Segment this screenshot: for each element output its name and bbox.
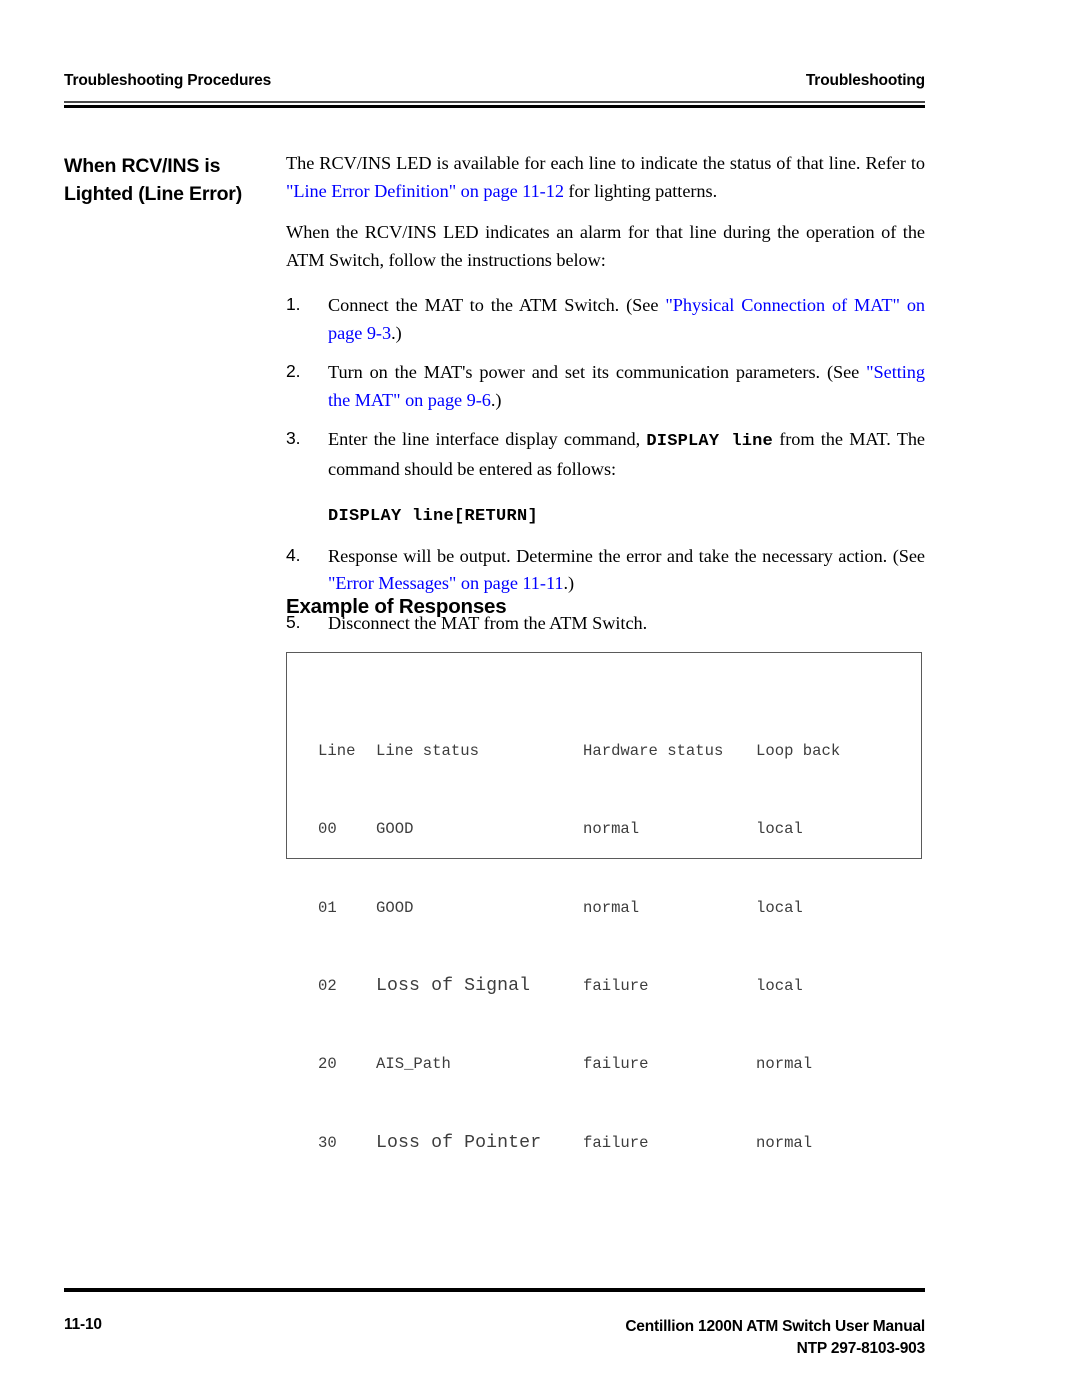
cell-line-status: AIS_Path [376,1055,451,1074]
step-text: Response will be output. Determine the e… [328,543,925,598]
footer-rule [64,1288,925,1292]
step-number: 3. [286,428,301,448]
step-4-text-b: .) [563,573,575,593]
section-heading: When RCV/INS is Lighted (Line Error) [64,155,242,205]
footer-manual-info: Centillion 1200N ATM Switch User Manual … [625,1316,925,1360]
command-block: DISPLAY line[RETURN] [328,507,539,526]
procedure-step-list: 1. Connect the MAT to the ATM Switch. (S… [286,292,925,637]
step-3-text-a: Enter the line interface display command… [328,429,647,449]
cell-loop-back: normal [756,1133,813,1152]
cell-loop-back: local [756,976,803,995]
list-item: 1. Connect the MAT to the ATM Switch. (S… [286,292,925,347]
step-number: 2. [286,361,301,381]
cell-loop-back: normal [756,1055,813,1074]
footer-manual-title: Centillion 1200N ATM Switch User Manual [625,1318,925,1335]
column-header-line-status: Line status [376,741,479,760]
step-text: Enter the line interface display command… [328,426,925,483]
step-2-text-a: Turn on the MAT's power and set its comm… [328,362,867,382]
table-header-row: Line Line status Hardware status Loop back [318,742,840,762]
header-section-title: Troubleshooting Procedures [64,72,272,89]
step-text: Turn on the MAT's power and set its comm… [328,359,925,414]
step-1-text-b: .) [391,322,402,343]
list-item: 3. Enter the line interface display comm… [286,426,925,531]
intro-paragraph-1: The RCV/INS LED is available for each li… [286,150,925,205]
step-2-text-b: .) [490,389,502,410]
column-header-line: Line [318,741,356,760]
list-item: 2. Turn on the MAT's power and set its c… [286,359,925,414]
table-row: 30 Loss of Pointer failure normal [318,1132,840,1154]
step-1-text-a: Connect the MAT to the ATM Switch. (See [328,295,666,315]
header-rule-thick [64,105,925,109]
table-row: 00 GOOD normal local [318,820,840,840]
intro-paragraph-1-text-a: The RCV/INS LED is available for each li… [286,153,925,173]
response-output-table: Line Line status Hardware status Loop back … [318,683,840,1212]
table-row: 01 GOOD normal local [318,899,840,919]
example-response-box: Line Line status Hardware status Loop back … [286,652,922,1152]
cell-line: 01 [318,898,337,917]
header-chapter-title: Troubleshooting [805,72,925,89]
cell-line: 02 [318,976,337,995]
step-number: 1. [286,294,301,314]
step-text: Connect the MAT to the ATM Switch. (See … [328,292,925,347]
cell-line: 20 [318,1055,337,1074]
inline-command: DISPLAY line [646,432,773,451]
table-row: 02 Loss of Signal failure local [318,975,840,997]
cell-loop-back: local [756,898,803,917]
list-item: 4. Response will be output. Determine th… [286,543,925,598]
cell-loop-back: local [756,820,803,839]
cell-hardware-status: failure [583,976,649,995]
cell-line-status: GOOD [376,820,414,839]
column-header-loop-back: Loop back [756,741,841,760]
body-column: The RCV/INS LED is available for each li… [286,150,925,637]
header-rule-thin [64,101,925,103]
footer-page-number: 11-10 [64,1316,102,1333]
cell-hardware-status: normal [583,820,640,839]
intro-paragraph-1-text-b: for lighting patterns. [563,180,718,201]
running-header: Troubleshooting Procedures Troubleshooti… [64,72,925,90]
footer-document-number: NTP 297-8103-903 [796,1340,926,1357]
column-header-hardware-status: Hardware status [583,741,724,760]
cell-hardware-status: normal [583,898,640,917]
link-error-messages[interactable]: "Error Messages" on page 11-11 [328,573,564,593]
link-line-error-definition[interactable]: "Line Error Definition" on page 11-12 [286,181,564,201]
step-4-text-a: Response will be output. Determine the e… [328,545,925,566]
step-number: 4. [286,544,301,565]
cell-line: 30 [318,1133,337,1152]
cell-hardware-status: failure [583,1133,649,1152]
table-row: 20 AIS_Path failure normal [318,1055,840,1075]
header-rule [64,101,925,109]
cell-line-status: Loss of Signal [376,975,531,996]
cell-line-status: Loss of Pointer [376,1132,542,1153]
document-page: Troubleshooting Procedures Troubleshooti… [0,0,1080,1397]
cell-line: 00 [318,820,337,839]
cell-line-status: GOOD [376,898,414,917]
intro-paragraph-2: When the RCV/INS LED indicates an alarm … [286,222,925,270]
subsection-heading: Example of Responses [286,595,507,618]
cell-hardware-status: failure [583,1055,649,1074]
